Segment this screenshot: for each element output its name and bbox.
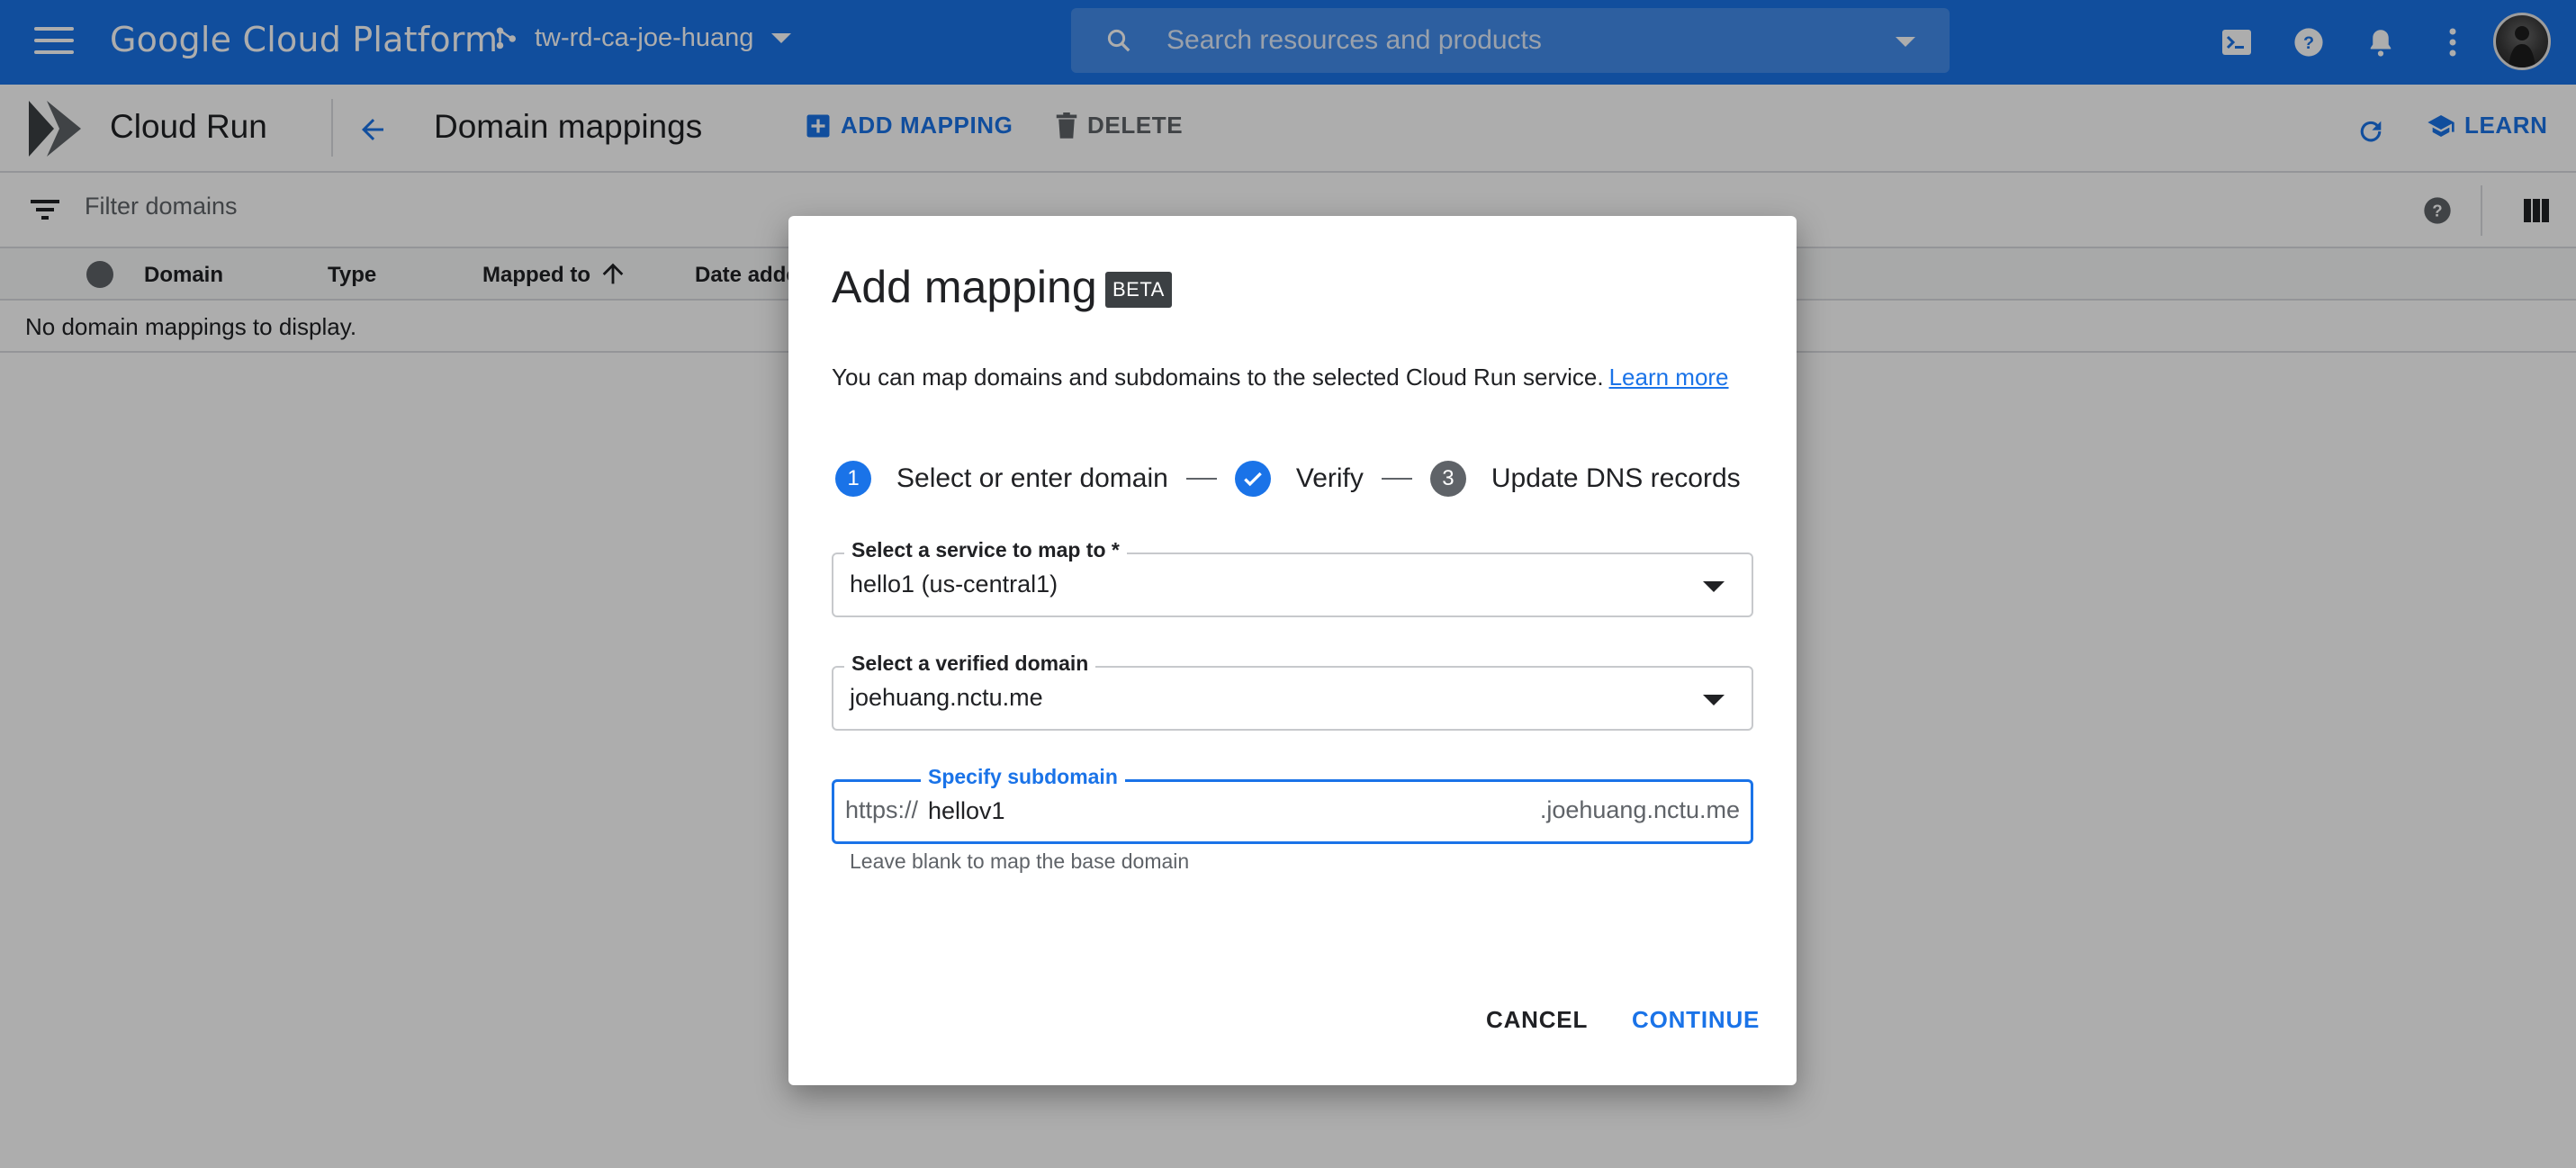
step-3-number: 3 <box>1429 461 1466 497</box>
url-prefix: https:// <box>845 796 919 823</box>
add-mapping-dialog: Add mapping BETA You can map domains and… <box>788 216 1797 1085</box>
domain-select-label: Select a verified domain <box>844 651 1096 676</box>
step-1-number: 1 <box>835 461 871 497</box>
domain-suffix: .joehuang.nctu.me <box>1539 796 1740 823</box>
check-icon <box>1234 461 1271 497</box>
service-select[interactable]: Select a service to map to * hello1 (us-… <box>832 538 1753 617</box>
subdomain-field-label: Specify subdomain <box>921 765 1125 789</box>
stepper: 1 Select or enter domain Verify 3 Update… <box>835 461 1741 497</box>
domain-select-value: joehuang.nctu.me <box>850 684 1043 711</box>
subdomain-field[interactable]: Specify subdomain https:// .joehuang.nct… <box>832 765 1753 844</box>
service-select-label: Select a service to map to * <box>844 538 1127 562</box>
step-connector <box>1185 478 1217 480</box>
subdomain-input[interactable] <box>928 793 1522 829</box>
dialog-description: You can map domains and subdomains to th… <box>832 364 1729 391</box>
dialog-title: Add mapping <box>832 262 1097 312</box>
learn-more-link[interactable]: Learn more <box>1609 364 1729 391</box>
cancel-button[interactable]: CANCEL <box>1486 1006 1588 1034</box>
step-connector <box>1381 478 1412 480</box>
dropdown-arrow-icon <box>1703 695 1725 705</box>
beta-badge: BETA <box>1105 272 1172 308</box>
service-select-value: hello1 (us-central1) <box>850 571 1058 597</box>
subdomain-hint: Leave blank to map the base domain <box>850 849 1190 873</box>
description-text: You can map domains and subdomains to th… <box>832 364 1604 391</box>
dropdown-arrow-icon <box>1703 581 1725 592</box>
step-1-label: Select or enter domain <box>896 463 1168 493</box>
domain-select[interactable]: Select a verified domain joehuang.nctu.m… <box>832 651 1753 731</box>
step-2-label: Verify <box>1295 463 1364 493</box>
step-3-label: Update DNS records <box>1491 463 1741 493</box>
continue-button[interactable]: CONTINUE <box>1632 1006 1760 1034</box>
